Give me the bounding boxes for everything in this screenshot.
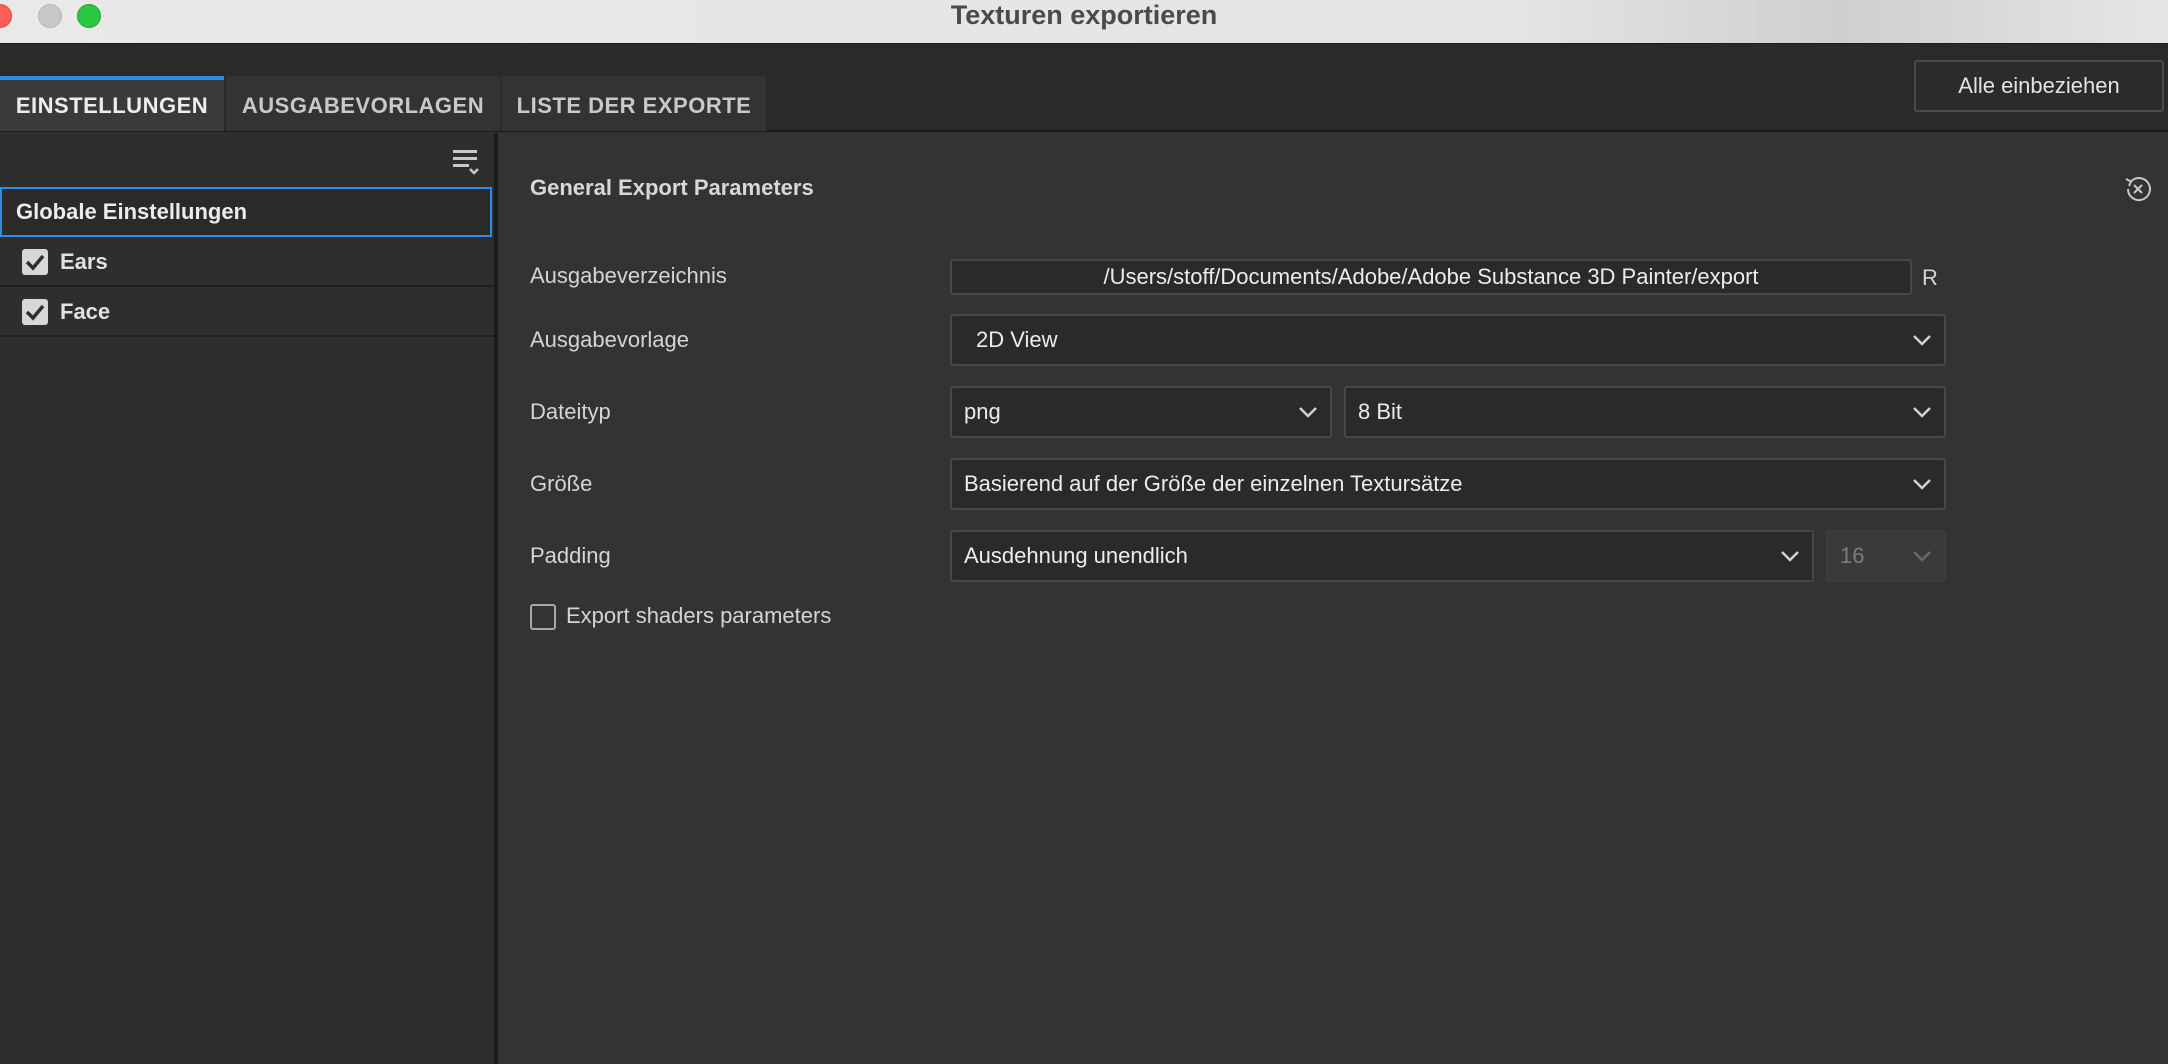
checkmark-icon: [25, 304, 45, 321]
window-title: Texturen exportieren: [950, 0, 1218, 30]
chevron-down-icon: [1913, 335, 1931, 346]
size-select[interactable]: Basierend auf der Größe der einzelnen Te…: [950, 458, 1946, 510]
reset-icon[interactable]: [2122, 173, 2154, 205]
output-template-value: 2D View: [976, 327, 1058, 352]
export-parameters-panel: General Export Parameters Ausgabeverzeic…: [498, 133, 2168, 1064]
face-checkbox[interactable]: [22, 299, 48, 325]
export-shaders-label[interactable]: Export shaders parameters: [566, 603, 831, 629]
title-bar: Texturen exportieren: [0, 0, 2168, 44]
texture-set-panel: Globale Einstellungen Ears Face: [0, 133, 494, 1064]
ears-checkbox[interactable]: [22, 249, 48, 275]
tab-liste-der-exporte[interactable]: LISTE DER EXPORTE: [502, 76, 766, 131]
padding-label: Padding: [530, 543, 611, 568]
chevron-down-icon: [1913, 479, 1931, 490]
tab-einstellungen[interactable]: EINSTELLUNGEN: [0, 76, 224, 131]
section-title: General Export Parameters: [530, 175, 814, 200]
texture-set-label: Face: [60, 299, 111, 324]
padding-mode-select[interactable]: Ausdehnung unendlich: [950, 530, 1814, 582]
file-format-value: png: [964, 399, 1001, 424]
chevron-down-icon: [1913, 407, 1931, 418]
global-settings-item[interactable]: Globale Einstellungen: [0, 187, 492, 237]
chevron-down-icon: [1299, 407, 1317, 418]
chevron-down-icon: [1781, 551, 1799, 562]
texture-set-item-face[interactable]: Face: [0, 287, 494, 337]
chevron-down-icon: [1913, 551, 1931, 562]
padding-mode-value: Ausdehnung unendlich: [964, 543, 1188, 568]
tab-ausgabevorlagen[interactable]: AUSGABEVORLAGEN: [226, 76, 500, 131]
dilation-distance-value: 16: [1840, 543, 1865, 568]
output-template-select[interactable]: 2D View: [950, 314, 1946, 366]
output-template-label: Ausgabevorlage: [530, 327, 690, 352]
output-directory-value: /Users/stoff/Documents/Adobe/Adobe Subst…: [1103, 264, 1759, 289]
include-all-button[interactable]: Alle einbeziehen: [1914, 60, 2164, 112]
file-format-select[interactable]: png: [950, 386, 1332, 438]
bit-depth-value: 8 Bit: [1358, 399, 1403, 424]
size-value: Basierend auf der Größe der einzelnen Te…: [964, 471, 1463, 496]
output-directory-label: Ausgabeverzeichnis: [530, 263, 727, 288]
size-label: Größe: [530, 471, 593, 496]
export-shaders-checkbox[interactable]: [530, 604, 556, 630]
output-directory-field[interactable]: /Users/stoff/Documents/Adobe/Adobe Subst…: [950, 259, 1912, 295]
tab-bar: EINSTELLUNGEN AUSGABEVORLAGEN LISTE DER …: [0, 44, 2168, 132]
dilation-distance-select: 16: [1826, 530, 1946, 582]
checkmark-icon: [25, 254, 45, 271]
output-directory-suffix: R: [1922, 265, 1938, 290]
texture-set-label: Ears: [60, 249, 108, 274]
file-type-label: Dateityp: [530, 399, 611, 424]
texture-set-item-ears[interactable]: Ears: [0, 237, 494, 287]
list-options-icon[interactable]: [452, 147, 480, 177]
bit-depth-select[interactable]: 8 Bit: [1344, 386, 1946, 438]
